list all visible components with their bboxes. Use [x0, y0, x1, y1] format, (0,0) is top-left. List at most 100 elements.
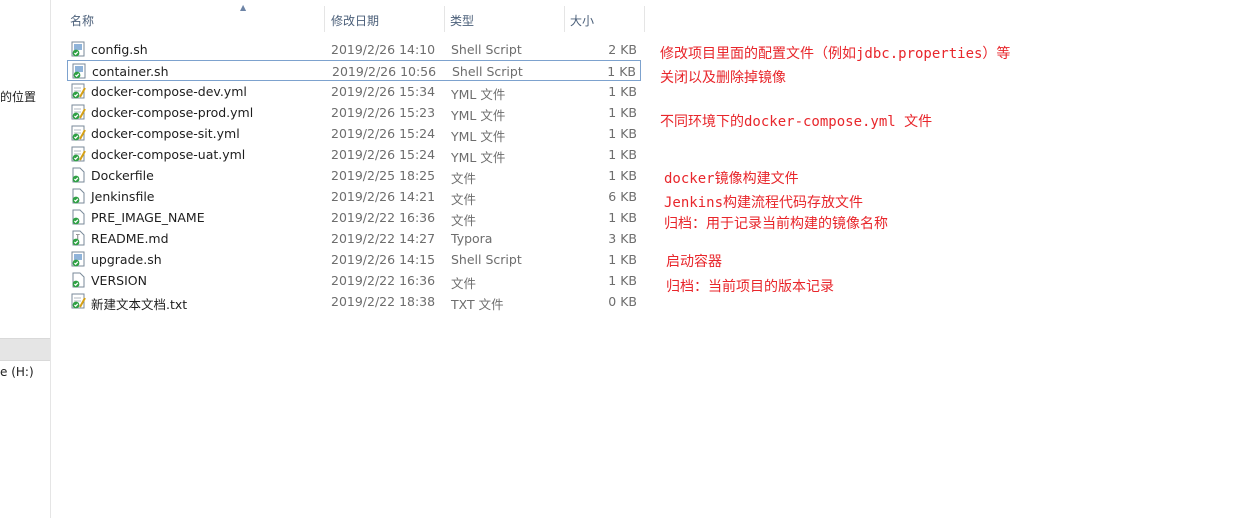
file-name: container.sh	[92, 64, 169, 79]
file-row[interactable]: container.sh 2019/2/26 10:56 Shell Script 1…	[67, 60, 641, 81]
file-size: 3 KB	[608, 231, 637, 246]
annotation-version: 归档：当前项目的版本记录	[666, 279, 834, 295]
file-modified-date: 2019/2/26 15:24	[331, 147, 436, 162]
file-row[interactable]: Jenkinsfile 2019/2/26 14:21 文件 6 KB	[67, 186, 641, 207]
file-row[interactable]: docker-compose-uat.yml 2019/2/26 15:24 YML…	[67, 144, 641, 165]
edited-file-icon	[71, 146, 86, 162]
annotation-compose: 不同环境下的docker-compose.yml 文件	[660, 114, 933, 130]
file-type: 文件	[451, 276, 477, 291]
blank-file-icon	[71, 188, 86, 204]
nav-item-location[interactable]: 的位置	[0, 88, 36, 105]
script-file-icon	[71, 251, 86, 267]
file-name: Dockerfile	[91, 168, 154, 183]
file-type: 文件	[451, 171, 477, 186]
annotation-jenkinsfile: Jenkins构建流程代码存放文件	[664, 195, 864, 211]
file-name: docker-compose-uat.yml	[91, 147, 246, 162]
file-name: docker-compose-prod.yml	[91, 105, 254, 120]
edited-file-icon	[71, 293, 86, 309]
file-type: YML 文件	[451, 150, 506, 165]
annotation-pre-image: 归档：用于记录当前构建的镜像名称	[664, 216, 888, 232]
sort-ascending-icon: ▲	[240, 3, 247, 12]
file-size: 6 KB	[608, 189, 637, 204]
navigation-pane: 的位置 e (H:)	[0, 0, 51, 518]
column-header-size[interactable]: 大小	[570, 12, 594, 29]
file-row[interactable]: docker-compose-sit.yml 2019/2/26 15:24 YML…	[67, 123, 641, 144]
file-row[interactable]: config.sh 2019/2/26 14:10 Shell Script 2 KB	[67, 39, 641, 60]
blank-file-icon	[71, 272, 86, 288]
file-type: Shell Script	[451, 42, 522, 57]
file-modified-date: 2019/2/26 14:15	[331, 252, 436, 267]
file-modified-date: 2019/2/25 18:25	[331, 168, 436, 183]
file-row[interactable]: upgrade.sh 2019/2/26 14:15 Shell Script 1 K…	[67, 249, 641, 270]
file-modified-date: 2019/2/26 10:56	[332, 64, 437, 79]
file-type: Typora	[451, 231, 493, 246]
column-divider[interactable]	[644, 6, 645, 32]
file-size: 1 KB	[608, 168, 637, 183]
file-name: 新建文本文档.txt	[91, 297, 188, 312]
file-row[interactable]: docker-compose-prod.yml 2019/2/26 15:23 YM…	[67, 102, 641, 123]
annotation-dockerfile: docker镜像构建文件	[664, 171, 799, 187]
column-divider[interactable]	[324, 6, 325, 32]
file-modified-date: 2019/2/26 14:21	[331, 189, 436, 204]
file-type: 文件	[451, 192, 477, 207]
file-type: YML 文件	[451, 108, 506, 123]
edited-file-icon	[71, 83, 86, 99]
file-modified-date: 2019/2/22 16:36	[331, 210, 436, 225]
edited-file-icon	[71, 104, 86, 120]
file-size: 1 KB	[608, 84, 637, 99]
column-header-name[interactable]: 名称	[70, 12, 94, 29]
file-list: config.sh 2019/2/26 14:10 Shell Script 2 KB…	[67, 39, 641, 312]
column-header-date[interactable]: 修改日期	[331, 12, 379, 29]
typora-file-icon: T	[71, 230, 86, 246]
file-modified-date: 2019/2/22 16:36	[331, 273, 436, 288]
file-size: 1 KB	[608, 147, 637, 162]
file-type: Shell Script	[451, 252, 522, 267]
file-size: 1 KB	[607, 64, 636, 79]
blank-file-icon	[71, 167, 86, 183]
file-row[interactable]: docker-compose-dev.yml 2019/2/26 15:34 YML…	[67, 81, 641, 102]
edited-file-icon	[71, 125, 86, 141]
script-file-icon	[72, 63, 87, 79]
file-size: 1 KB	[608, 105, 637, 120]
file-type: YML 文件	[451, 129, 506, 144]
column-header-type[interactable]: 类型	[450, 12, 474, 29]
file-name: VERSION	[91, 273, 147, 288]
file-name: PRE_IMAGE_NAME	[91, 210, 205, 225]
annotation-container: 关闭以及删除掉镜像	[660, 70, 786, 86]
file-name: upgrade.sh	[91, 252, 162, 267]
file-row[interactable]: T README.md 2019/2/22 14:27 Typora 3 KB	[67, 228, 641, 249]
file-size: 1 KB	[608, 273, 637, 288]
file-row[interactable]: 新建文本文档.txt 2019/2/22 18:38 TXT 文件 0 KB	[67, 291, 641, 312]
file-name: README.md	[91, 231, 169, 246]
annotation-config: 修改项目里面的配置文件（例如jdbc.properties）等	[660, 46, 1011, 62]
file-modified-date: 2019/2/26 15:24	[331, 126, 436, 141]
nav-item-drive-h[interactable]: e (H:)	[0, 365, 34, 379]
script-file-icon	[71, 41, 86, 57]
file-size: 2 KB	[608, 42, 637, 57]
file-type: YML 文件	[451, 87, 506, 102]
file-modified-date: 2019/2/26 14:10	[331, 42, 436, 57]
file-size: 1 KB	[608, 252, 637, 267]
file-name: docker-compose-sit.yml	[91, 126, 240, 141]
column-divider[interactable]	[564, 6, 565, 32]
file-name: config.sh	[91, 42, 148, 57]
file-size: 1 KB	[608, 210, 637, 225]
file-modified-date: 2019/2/22 18:38	[331, 294, 436, 309]
file-name: docker-compose-dev.yml	[91, 84, 247, 99]
file-size: 0 KB	[608, 294, 637, 309]
annotation-upgrade: 启动容器	[666, 254, 722, 270]
file-modified-date: 2019/2/26 15:34	[331, 84, 436, 99]
file-size: 1 KB	[608, 126, 637, 141]
column-header-row: 名称 ▲ 修改日期 类型 大小	[51, 0, 645, 32]
file-type: Shell Script	[452, 64, 523, 79]
blank-file-icon	[71, 209, 86, 225]
file-modified-date: 2019/2/22 14:27	[331, 231, 436, 246]
file-type: 文件	[451, 213, 477, 228]
file-row[interactable]: VERSION 2019/2/22 16:36 文件 1 KB	[67, 270, 641, 291]
file-row[interactable]: Dockerfile 2019/2/25 18:25 文件 1 KB	[67, 165, 641, 186]
file-row[interactable]: PRE_IMAGE_NAME 2019/2/22 16:36 文件 1 KB	[67, 207, 641, 228]
file-modified-date: 2019/2/26 15:23	[331, 105, 436, 120]
column-divider[interactable]	[444, 6, 445, 32]
file-type: TXT 文件	[451, 297, 504, 312]
nav-item-selected-highlight[interactable]	[0, 338, 50, 361]
